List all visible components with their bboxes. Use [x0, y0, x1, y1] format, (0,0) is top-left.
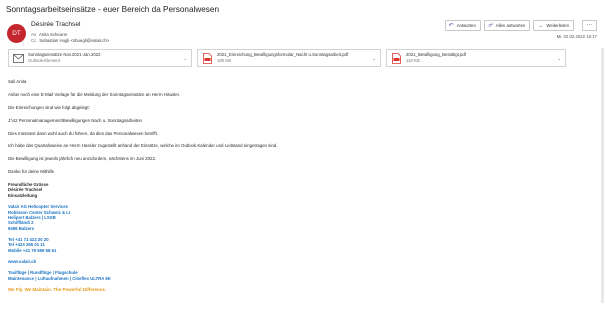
cc-line: Cc Sebastian Hugli <shuegli@valair.ch>: [31, 38, 109, 43]
body-paragraph: Anbei noch eine E-Mail Vorlage für die M…: [8, 91, 181, 97]
email-signature: Freundliche Grüsse Désirée Trachsel Eins…: [8, 182, 568, 293]
mail-icon: [13, 53, 24, 64]
sig-slogan: We Fly. We Maintain. The Powerful Differ…: [8, 287, 107, 293]
attachment-meta: 190 KB: [217, 58, 232, 63]
cc-key: Cc: [31, 38, 37, 43]
sender-name[interactable]: Désirée Trachsel: [31, 21, 80, 29]
to-key: An: [31, 32, 37, 37]
attachment-text: 2021_Bewilligung_Bestätigt.pdf 110 KB: [406, 52, 466, 63]
reply-all-button[interactable]: ⮰ Allen antworten: [483, 20, 531, 31]
attachment-item[interactable]: 2021_Bewilligung_Bestätigt.pdf 110 KB ⌄: [386, 49, 566, 67]
body-paragraph: Ich habe das Quartalsweise an Herrn Hass…: [8, 143, 278, 149]
body-paragraph: Danke für deine Mithilfe: [8, 169, 55, 175]
chevron-down-icon[interactable]: ⌄: [184, 56, 187, 61]
attachment-item[interactable]: 2021_Einreichung_Bewilligungsformular_Na…: [197, 49, 381, 67]
cc-recipient[interactable]: Sebastian Hugli <shuegli@valair.ch>: [39, 38, 109, 43]
pdf-icon: [202, 52, 213, 64]
sent-date: Mi. 02.02.2022 16:17: [556, 34, 597, 39]
attachment-text: 2021_Einreichung_Bewilligungsformular_Na…: [217, 52, 348, 63]
attachment-item[interactable]: Sonntagseinsätze Nov.2021-Jan.2022 Outlo…: [8, 49, 192, 67]
chevron-down-icon[interactable]: ⌄: [373, 56, 376, 61]
pdf-icon: [391, 52, 402, 64]
forward-icon: →: [537, 22, 544, 29]
attachment-text: Sonntagseinsätze Nov.2021-Jan.2022 Outlo…: [28, 52, 101, 63]
body-path: J:\42 Personalmanagement\Bewilligungen N…: [8, 117, 143, 123]
forward-button[interactable]: → Weiterleiten: [533, 20, 574, 31]
attachment-name: 2021_Einreichung_Bewilligungsformular_Na…: [217, 52, 349, 58]
email-reading-pane: Sonntagsarbeitseinsätze - euer Bereich d…: [0, 0, 605, 311]
vertical-scrollbar[interactable]: [601, 48, 604, 303]
attachments-bar: Sonntagseinsätze Nov.2021-Jan.2022 Outlo…: [8, 49, 566, 67]
reply-icon: ↶: [448, 22, 454, 29]
sender-avatar[interactable]: DT: [7, 24, 26, 43]
body-greeting: Sali Anita: [8, 79, 27, 84]
body-paragraph: Die Bewilligung ist jeweils jährlich neu…: [8, 156, 157, 162]
attachment-meta: Outlook-Element: [28, 58, 61, 63]
reply-label: Antworten: [456, 22, 476, 28]
forward-label: Weiterleiten: [546, 22, 569, 28]
reply-all-label: Allen antworten: [495, 22, 526, 28]
body-paragraph: Die Einreichungen sind wie folgt abgeleg…: [8, 104, 90, 110]
to-recipient[interactable]: Anita Scheurer: [39, 32, 67, 37]
reply-all-icon: ⮰: [487, 22, 493, 29]
to-line: An Anita Scheurer: [31, 32, 67, 37]
attachment-name: Sonntagseinsätze Nov.2021-Jan.2022: [28, 52, 101, 58]
body-paragraph: Dies müsstest dann wohl auch du führen, …: [8, 130, 159, 136]
more-actions-button[interactable]: ···: [582, 20, 597, 31]
attachment-meta: 110 KB: [406, 58, 420, 63]
message-body: Sali Anita Anbei noch eine E-Mail Vorlag…: [8, 79, 568, 293]
message-actions: ↶ Antworten ⮰ Allen antworten → Weiterle…: [444, 20, 574, 31]
reply-button[interactable]: ↶ Antworten: [444, 20, 481, 31]
email-subject: Sonntagsarbeitseinsätze - euer Bereich d…: [6, 5, 220, 14]
attachment-name: 2021_Bewilligung_Bestätigt.pdf: [406, 52, 466, 58]
chevron-down-icon[interactable]: ⌄: [558, 56, 561, 61]
